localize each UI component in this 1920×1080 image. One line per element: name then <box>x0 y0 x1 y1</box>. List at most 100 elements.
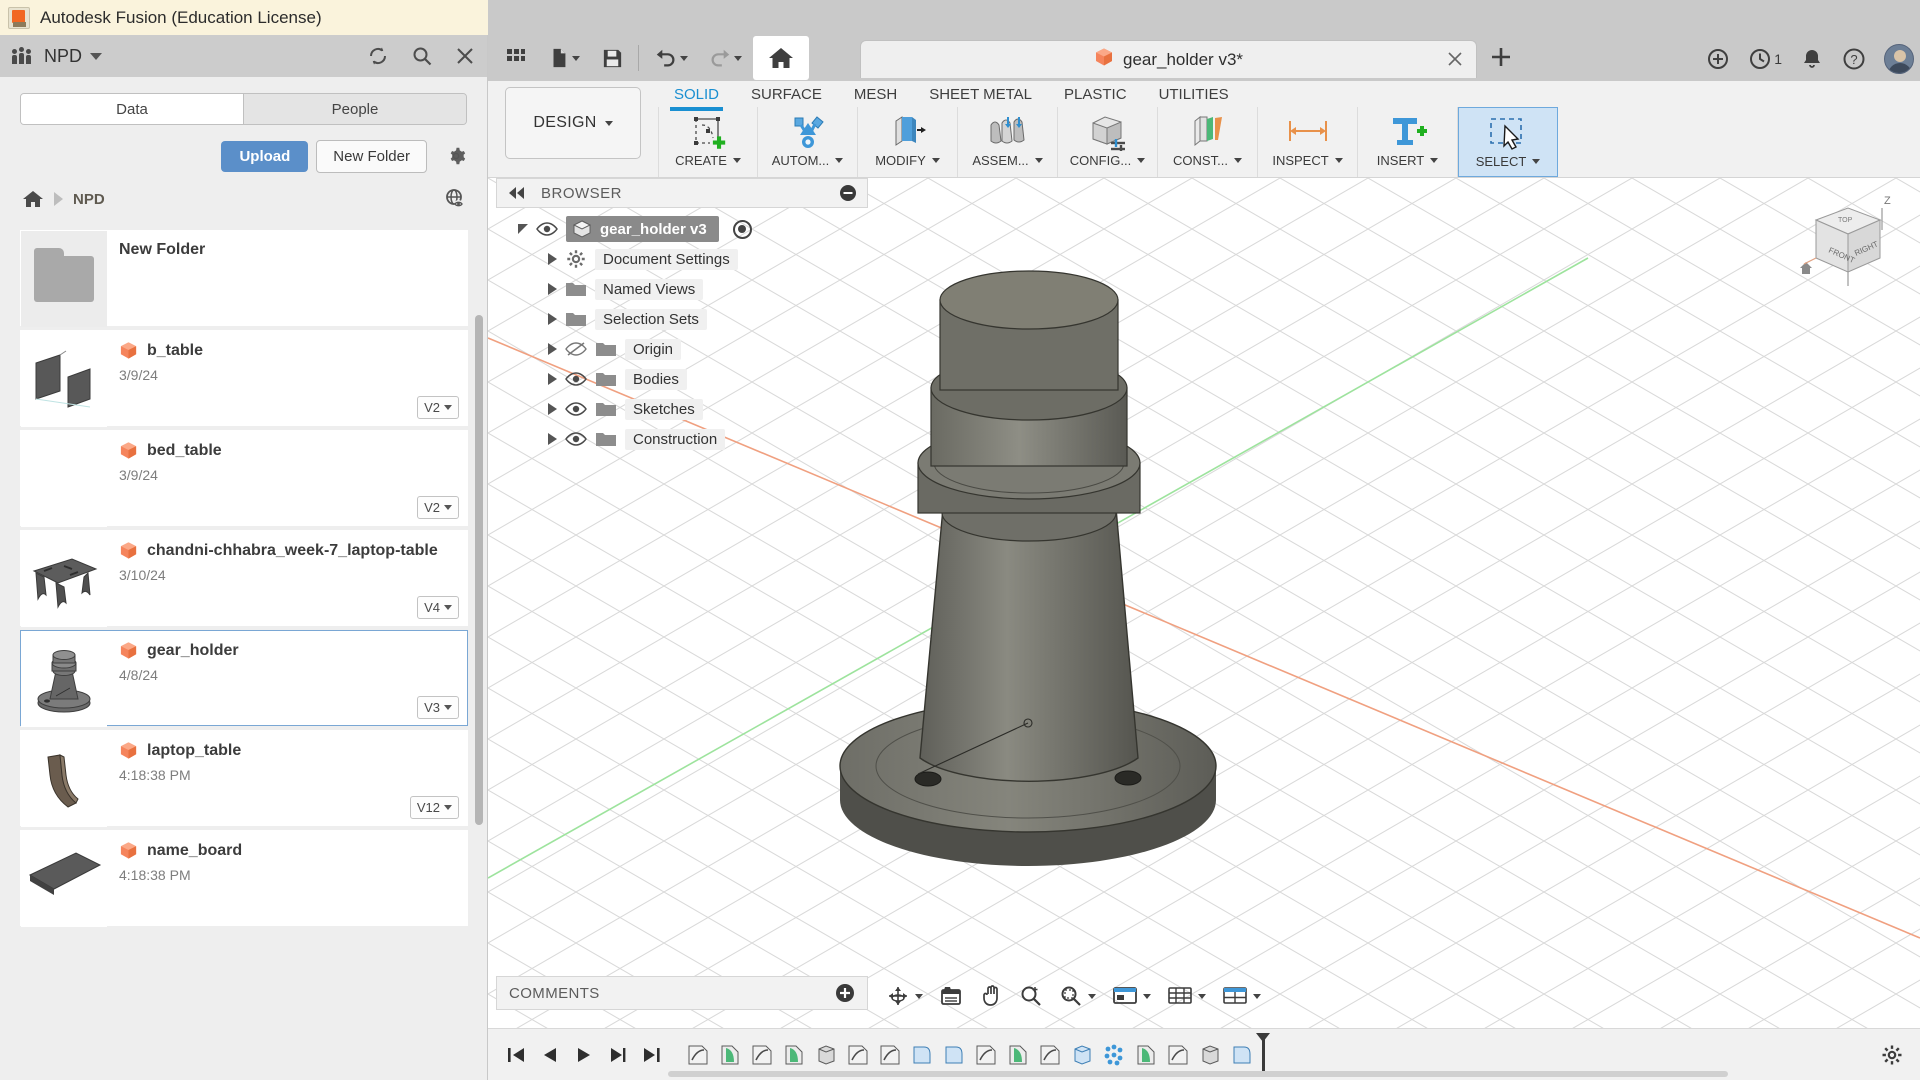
play-icon[interactable] <box>574 1046 594 1064</box>
zoom-icon[interactable] <box>1019 984 1043 1008</box>
display-settings-icon[interactable] <box>1112 984 1151 1008</box>
tree-root-chip[interactable]: gear_holder v3 <box>566 216 719 242</box>
home-icon[interactable] <box>22 189 44 209</box>
hub-name[interactable]: NPD <box>44 46 82 67</box>
browser-tree[interactable]: gear_holder v3 Document Settings Named V… <box>496 208 868 454</box>
timeline-settings-gear-icon[interactable] <box>1880 1043 1920 1067</box>
tab-plastic[interactable]: PLASTIC <box>1048 81 1143 107</box>
list-item[interactable]: New Folder <box>20 230 468 327</box>
chevron-down-icon[interactable] <box>90 52 103 60</box>
list-item[interactable]: chandni-chhabra_week-7_laptop-table 3/10… <box>20 530 468 627</box>
plus-circle-icon[interactable] <box>835 983 855 1003</box>
eye-visible-icon[interactable] <box>565 371 587 387</box>
revolve-feature-icon[interactable] <box>716 1041 744 1069</box>
ribbon-group-modify[interactable]: MODIFY <box>858 107 958 177</box>
sketch-feature-icon[interactable] <box>972 1041 1000 1069</box>
tree-node-root[interactable]: gear_holder v3 <box>496 214 868 244</box>
go-to-beginning-icon[interactable] <box>506 1046 526 1064</box>
new-file-icon[interactable] <box>538 38 590 78</box>
grid-snaps-icon[interactable] <box>1167 984 1206 1008</box>
step-back-icon[interactable] <box>540 1046 560 1064</box>
tab-people[interactable]: People <box>244 94 466 124</box>
orbit-icon[interactable] <box>886 984 923 1008</box>
help-icon[interactable]: ? <box>1842 47 1866 71</box>
list-item[interactable]: name_board 4:18:38 PM <box>20 830 468 927</box>
redo-icon[interactable] <box>699 38 751 78</box>
gear-icon[interactable] <box>445 145 467 167</box>
triangle-collapsed-icon[interactable] <box>548 313 557 325</box>
tab-surface[interactable]: SURFACE <box>735 81 838 107</box>
version-badge[interactable]: V3 <box>417 696 459 719</box>
version-badge[interactable]: V2 <box>417 396 459 419</box>
extrude-feature-icon[interactable] <box>812 1041 840 1069</box>
tab-data[interactable]: Data <box>21 94 244 124</box>
comments-bar[interactable]: COMMENTS <box>496 976 868 1010</box>
viewports-icon[interactable] <box>1222 984 1261 1008</box>
search-icon[interactable] <box>411 45 433 67</box>
ribbon-group-assemble[interactable]: ASSEM... <box>958 107 1058 177</box>
sketch-feature-icon[interactable] <box>684 1041 712 1069</box>
job-status-icon[interactable]: 1 <box>1748 47 1782 71</box>
bell-icon[interactable] <box>1800 47 1824 71</box>
triangle-collapsed-icon[interactable] <box>548 283 557 295</box>
sketch-feature-icon[interactable] <box>1164 1041 1192 1069</box>
collapse-left-icon[interactable] <box>507 186 527 200</box>
extrude-feature-icon[interactable] <box>1196 1041 1224 1069</box>
target-icon[interactable] <box>732 219 752 239</box>
eye-visible-icon[interactable] <box>565 431 587 447</box>
revolve-feature-icon[interactable] <box>1132 1041 1160 1069</box>
list-item-selected[interactable]: gear_holder 4/8/24 V3 <box>20 630 468 727</box>
tree-node-named-views[interactable]: Named Views <box>496 274 868 304</box>
upload-button[interactable]: Upload <box>221 140 309 172</box>
list-item[interactable]: b_table 3/9/24 V2 <box>20 330 468 427</box>
undo-icon[interactable] <box>645 38 697 78</box>
triangle-open-icon[interactable] <box>518 224 528 234</box>
new-folder-button[interactable]: New Folder <box>316 139 427 173</box>
data-panel-file-list[interactable]: New Folder b_table 3/9/24 V2 bed_table 3… <box>20 230 468 1068</box>
pattern-feature-icon[interactable] <box>1100 1041 1128 1069</box>
zoom-window-icon[interactable] <box>1059 984 1096 1008</box>
tab-utilities[interactable]: UTILITIES <box>1143 81 1245 107</box>
globe-eye-icon[interactable] <box>443 187 467 211</box>
version-badge[interactable]: V4 <box>417 596 459 619</box>
ribbon-group-configure[interactable]: CONFIG... <box>1058 107 1158 177</box>
timeline-scrollbar[interactable] <box>668 1071 1728 1077</box>
timeline-features[interactable] <box>684 1032 1270 1072</box>
go-to-end-icon[interactable] <box>642 1046 662 1064</box>
look-at-icon[interactable] <box>939 984 963 1008</box>
tree-node-document-settings[interactable]: Document Settings <box>496 244 868 274</box>
home-icon[interactable] <box>753 36 809 80</box>
eye-visible-icon[interactable] <box>565 401 587 417</box>
extensions-icon[interactable] <box>1706 47 1730 71</box>
workspace-selector[interactable]: DESIGN <box>505 87 641 159</box>
eye-hidden-icon[interactable] <box>565 341 587 357</box>
close-icon[interactable] <box>1446 50 1464 73</box>
step-forward-icon[interactable] <box>608 1046 628 1064</box>
triangle-collapsed-icon[interactable] <box>548 433 557 445</box>
ribbon-group-select[interactable]: SELECT <box>1458 107 1558 177</box>
fillet-feature-icon[interactable] <box>908 1041 936 1069</box>
triangle-collapsed-icon[interactable] <box>548 343 557 355</box>
tree-node-origin[interactable]: Origin <box>496 334 868 364</box>
timeline-marker[interactable] <box>1256 1032 1270 1072</box>
eye-visible-icon[interactable] <box>536 221 558 237</box>
fillet-feature-icon[interactable] <box>940 1041 968 1069</box>
version-badge[interactable]: V2 <box>417 496 459 519</box>
version-badge[interactable]: V12 <box>409 796 459 819</box>
ribbon-group-insert[interactable]: INSERT <box>1358 107 1458 177</box>
data-panel-scrollbar[interactable] <box>475 315 483 825</box>
list-item[interactable]: laptop_table 4:18:38 PM V12 <box>20 730 468 827</box>
tree-node-sketches[interactable]: Sketches <box>496 394 868 424</box>
list-item[interactable]: bed_table 3/9/24 V2 <box>20 430 468 527</box>
triangle-collapsed-icon[interactable] <box>548 403 557 415</box>
sketch-feature-icon[interactable] <box>748 1041 776 1069</box>
extrude-feature-icon[interactable] <box>1068 1041 1096 1069</box>
tree-node-selection-sets[interactable]: Selection Sets <box>496 304 868 334</box>
close-panel-icon[interactable] <box>455 46 475 66</box>
view-cube[interactable]: Z FRONT RIGHT TOP <box>1786 190 1896 305</box>
ribbon-group-construct[interactable]: CONST... <box>1158 107 1258 177</box>
ribbon-group-automate[interactable]: AUTOM... <box>758 107 858 177</box>
tab-solid[interactable]: SOLID <box>658 81 735 111</box>
revolve-feature-icon[interactable] <box>780 1041 808 1069</box>
save-icon[interactable] <box>592 38 632 78</box>
